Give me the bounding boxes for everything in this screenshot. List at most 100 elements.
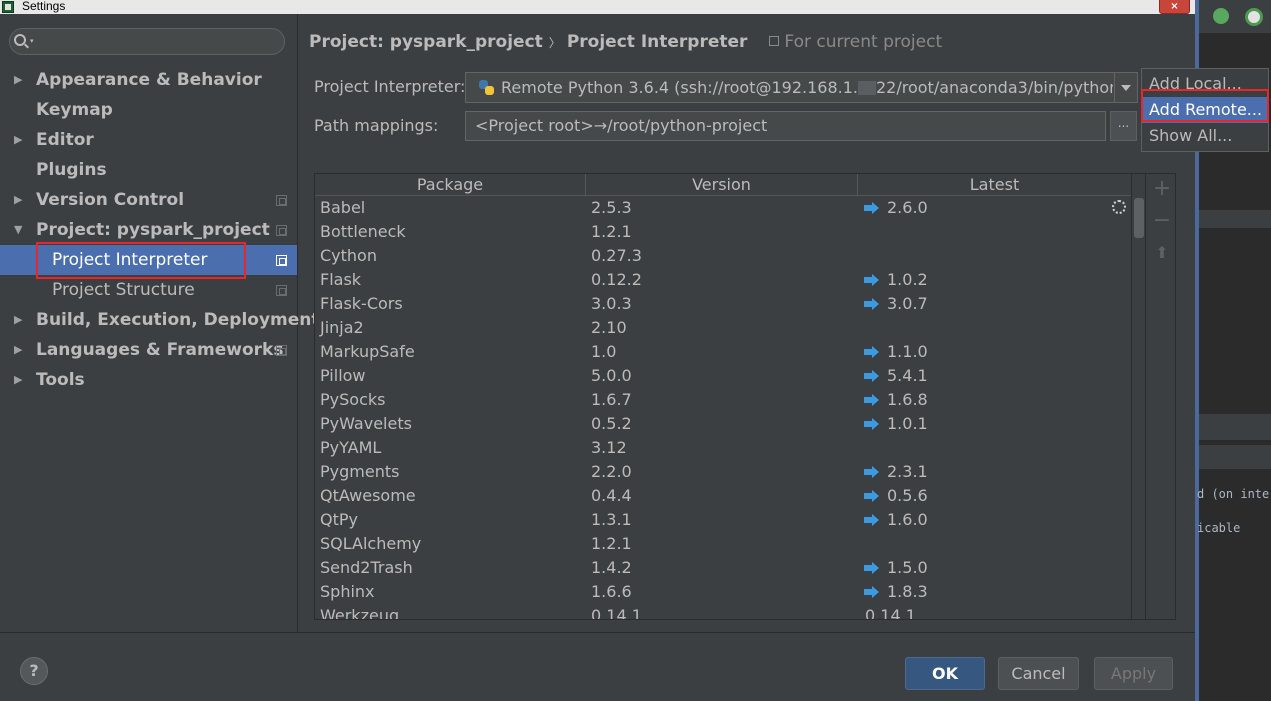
table-row[interactable]: Send2Trash 1.4.2 1.5.0	[315, 556, 1131, 580]
package-name-cell: Bottleneck	[320, 222, 406, 241]
table-row[interactable]: Sphinx 1.6.6 1.8.3	[315, 580, 1131, 604]
package-latest-cell: 1.0.1	[887, 414, 928, 433]
sidebar-item-project[interactable]: ▼ Project: pyspark_project	[0, 215, 297, 245]
package-name-cell: MarkupSafe	[320, 342, 415, 361]
table-row[interactable]: Flask-Cors 3.0.3 3.0.7	[315, 292, 1131, 316]
package-latest-cell: 2.6.0	[887, 198, 928, 217]
scrollbar-thumb[interactable]	[1134, 198, 1144, 238]
project-scope-icon	[276, 255, 287, 266]
expand-arrow-icon[interactable]: ▶	[14, 125, 22, 155]
table-scrollbar[interactable]	[1131, 174, 1145, 619]
add-local-menu-item[interactable]: Add Local...	[1142, 71, 1268, 97]
table-row[interactable]: PySocks 1.6.7 1.6.8	[315, 388, 1131, 412]
sidebar-item-label: Project Structure	[52, 280, 195, 300]
help-button[interactable]: ?	[20, 657, 48, 685]
sidebar-item-editor[interactable]: ▶ Editor	[0, 125, 297, 155]
sidebar-item-project-structure[interactable]: Project Structure	[0, 275, 297, 305]
sidebar-item-build-execution[interactable]: ▶ Build, Execution, Deployment	[0, 305, 320, 335]
upgrade-available-icon	[864, 274, 879, 286]
table-row[interactable]: Bottleneck 1.2.1	[315, 220, 1131, 244]
chevron-down-icon[interactable]	[1114, 73, 1137, 102]
package-version-cell: 1.6.6	[591, 582, 632, 601]
interpreter-gear-popup: Add Local... Add Remote... Show All...	[1141, 68, 1269, 152]
interpreter-value: Remote Python 3.6.4 (ssh://root@192.168.…	[501, 78, 1113, 97]
package-name-cell: Flask-Cors	[320, 294, 403, 313]
table-row[interactable]: Babel 2.5.3 2.6.0	[315, 196, 1131, 220]
table-row[interactable]: QtPy 1.3.1 1.6.0	[315, 508, 1131, 532]
ide-editor-band	[1199, 210, 1271, 228]
table-row[interactable]: Cython 0.27.3	[315, 244, 1131, 268]
sidebar-item-plugins[interactable]: Plugins	[0, 155, 297, 185]
python-icon	[479, 80, 495, 96]
package-name-cell: SQLAlchemy	[320, 534, 422, 553]
package-latest-cell: 1.0.2	[887, 270, 928, 289]
ide-console-line: icable	[1197, 521, 1241, 535]
path-mappings-label: Path mappings:	[314, 116, 439, 135]
table-row[interactable]: Flask 0.12.2 1.0.2	[315, 268, 1131, 292]
collapse-arrow-icon[interactable]: ▼	[14, 215, 22, 245]
close-window-button[interactable]: ×	[1159, 0, 1190, 14]
table-row[interactable]: Werkzeug 0.14.1 0.14.1	[315, 604, 1131, 619]
sidebar-item-label: Version Control	[36, 190, 185, 210]
interpreter-select[interactable]: Remote Python 3.6.4 (ssh://root@192.168.…	[465, 72, 1138, 103]
sidebar-item-version-control[interactable]: ▶ Version Control	[0, 185, 297, 215]
expand-arrow-icon[interactable]: ▶	[14, 185, 22, 215]
path-mappings-field[interactable]: <Project root>→/root/python-project	[465, 111, 1106, 141]
apply-button[interactable]: Apply	[1094, 657, 1173, 690]
path-mappings-browse-button[interactable]: ...	[1110, 111, 1137, 141]
column-header-package[interactable]: Package	[315, 174, 586, 196]
package-version-cell: 0.27.3	[591, 246, 642, 265]
sidebar-item-label: Keymap	[36, 100, 113, 120]
sidebar-item-project-interpreter[interactable]: Project Interpreter	[0, 245, 297, 275]
table-row[interactable]: Pygments 2.2.0 2.3.1	[315, 460, 1131, 484]
ok-button[interactable]: OK	[905, 657, 985, 690]
upgrade-available-icon	[864, 490, 879, 502]
sidebar-item-label: Build, Execution, Deployment	[36, 310, 320, 330]
upgrade-available-icon	[864, 394, 879, 406]
table-row[interactable]: QtAwesome 0.4.4 0.5.6	[315, 484, 1131, 508]
search-options-chevron-icon[interactable]: ▾	[30, 37, 34, 45]
package-version-cell: 2.10	[591, 318, 627, 337]
column-header-latest[interactable]: Latest	[858, 174, 1131, 196]
table-row[interactable]: Pillow 5.0.0 5.4.1	[315, 364, 1131, 388]
table-row[interactable]: Jinja2 2.10	[315, 316, 1131, 340]
upgrade-package-icon[interactable]: ⬆	[1151, 243, 1173, 265]
sidebar-item-keymap[interactable]: Keymap	[0, 95, 297, 125]
table-row[interactable]: PyYAML 3.12	[315, 436, 1131, 460]
debug-icon[interactable]	[1213, 8, 1229, 24]
sidebar-item-label: Plugins	[36, 160, 107, 180]
table-row[interactable]: SQLAlchemy 1.2.1	[315, 532, 1131, 556]
expand-arrow-icon[interactable]: ▶	[14, 65, 22, 95]
package-version-cell: 1.2.1	[591, 534, 632, 553]
expand-arrow-icon[interactable]: ▶	[14, 305, 22, 335]
settings-search-input[interactable]: ▾	[9, 28, 285, 55]
package-version-cell: 0.12.2	[591, 270, 642, 289]
upgrade-available-icon	[864, 562, 879, 574]
project-scope-icon	[276, 345, 287, 356]
project-scope-icon	[276, 285, 287, 296]
expand-arrow-icon[interactable]: ▶	[14, 365, 22, 395]
cancel-button[interactable]: Cancel	[998, 657, 1079, 690]
add-remote-menu-item[interactable]: Add Remote...	[1142, 97, 1268, 123]
upgrade-available-icon	[864, 418, 879, 430]
expand-arrow-icon[interactable]: ▶	[14, 335, 22, 365]
package-actions-toolbar: + − ⬆	[1145, 174, 1175, 619]
sidebar-item-tools[interactable]: ▶ Tools	[0, 365, 297, 395]
coverage-icon[interactable]	[1245, 8, 1263, 26]
add-package-icon[interactable]: +	[1151, 178, 1173, 201]
show-all-menu-item[interactable]: Show All...	[1142, 123, 1268, 149]
breadcrumb: Project: pyspark_project 〉 Project Interpr…	[309, 32, 942, 52]
column-header-version[interactable]: Version	[586, 174, 858, 196]
breadcrumb-project: Project: pyspark_project	[309, 32, 543, 52]
sidebar-item-languages[interactable]: ▶ Languages & Frameworks	[0, 335, 297, 365]
package-name-cell: Cython	[320, 246, 377, 265]
sidebar-item-appearance[interactable]: ▶ Appearance & Behavior	[0, 65, 297, 95]
package-name-cell: Pillow	[320, 366, 366, 385]
upgrade-available-icon	[864, 298, 879, 310]
package-version-cell: 2.2.0	[591, 462, 632, 481]
package-version-cell: 1.3.1	[591, 510, 632, 529]
table-row[interactable]: PyWavelets 0.5.2 1.0.1	[315, 412, 1131, 436]
remove-package-icon[interactable]: −	[1151, 210, 1173, 233]
dialog-footer: ? OK Cancel Apply	[0, 632, 1195, 701]
table-row[interactable]: MarkupSafe 1.0 1.1.0	[315, 340, 1131, 364]
